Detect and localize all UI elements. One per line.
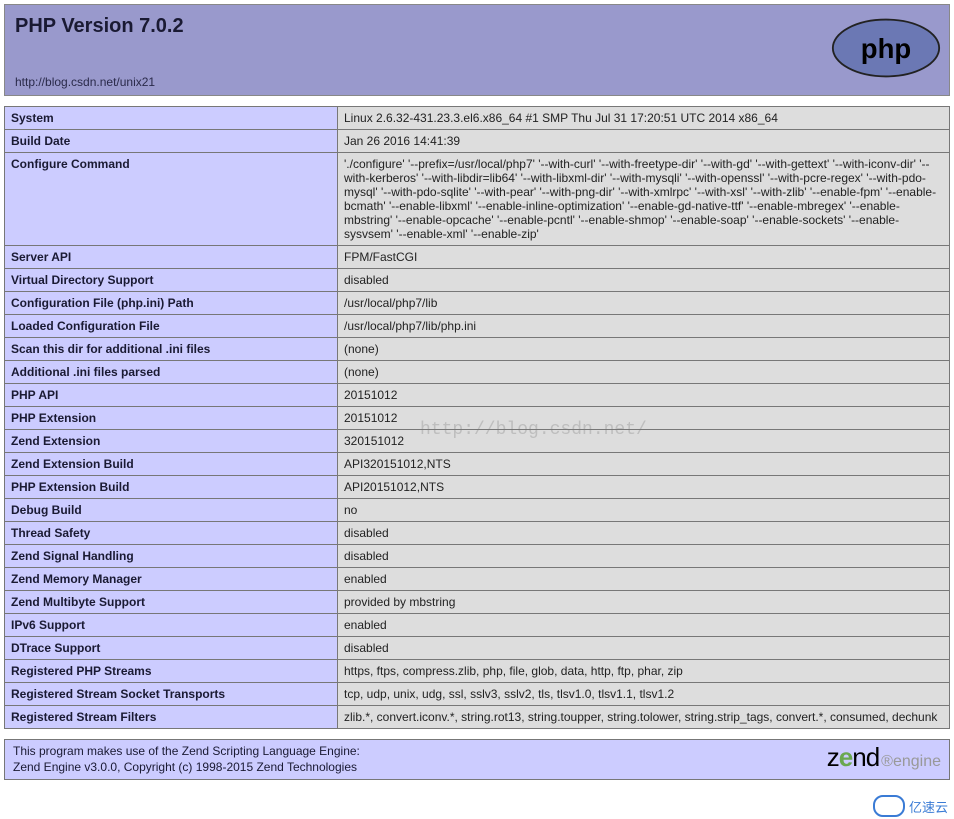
row-value: provided by mbstring	[338, 591, 950, 614]
row-value: disabled	[338, 522, 950, 545]
row-key: Thread Safety	[5, 522, 338, 545]
row-key: PHP Extension	[5, 407, 338, 430]
row-key: Registered Stream Filters	[5, 706, 338, 729]
row-value: 20151012	[338, 407, 950, 430]
row-key: Configuration File (php.ini) Path	[5, 292, 338, 315]
page-title: PHP Version 7.0.2	[15, 13, 939, 38]
row-value: no	[338, 499, 950, 522]
table-row: Registered Stream Filterszlib.*, convert…	[5, 706, 950, 729]
row-key: Scan this dir for additional .ini files	[5, 338, 338, 361]
row-value: enabled	[338, 568, 950, 591]
table-row: Zend Extension320151012	[5, 430, 950, 453]
table-row: Loaded Configuration File/usr/local/php7…	[5, 315, 950, 338]
zend-logo: zend®engine	[827, 742, 941, 773]
table-row: Registered Stream Socket Transportstcp, …	[5, 683, 950, 706]
row-key: DTrace Support	[5, 637, 338, 660]
row-value: Jan 26 2016 14:41:39	[338, 130, 950, 153]
row-key: Virtual Directory Support	[5, 269, 338, 292]
row-value: zlib.*, convert.iconv.*, string.rot13, s…	[338, 706, 950, 729]
table-row: Zend Extension BuildAPI320151012,NTS	[5, 453, 950, 476]
row-key: Zend Extension Build	[5, 453, 338, 476]
table-row: Zend Memory Managerenabled	[5, 568, 950, 591]
table-row: DTrace Supportdisabled	[5, 637, 950, 660]
row-key: Configure Command	[5, 153, 338, 246]
table-row: Configuration File (php.ini) Path/usr/lo…	[5, 292, 950, 315]
row-value: './configure' '--prefix=/usr/local/php7'…	[338, 153, 950, 246]
row-value: API320151012,NTS	[338, 453, 950, 476]
row-value: disabled	[338, 269, 950, 292]
row-key: Build Date	[5, 130, 338, 153]
row-value: 320151012	[338, 430, 950, 453]
row-key: Loaded Configuration File	[5, 315, 338, 338]
table-row: Zend Multibyte Supportprovided by mbstri…	[5, 591, 950, 614]
row-value: enabled	[338, 614, 950, 637]
table-row: Zend Signal Handlingdisabled	[5, 545, 950, 568]
phpinfo-header: PHP Version 7.0.2 http://blog.csdn.net/u…	[4, 4, 950, 96]
yisu-badge: 亿速云	[873, 795, 948, 817]
table-row: Registered PHP Streamshttps, ftps, compr…	[5, 660, 950, 683]
row-key: Server API	[5, 246, 338, 269]
cloud-icon	[873, 795, 905, 817]
table-row: Configure Command'./configure' '--prefix…	[5, 153, 950, 246]
row-value: tcp, udp, unix, udg, ssl, sslv3, sslv2, …	[338, 683, 950, 706]
source-url: http://blog.csdn.net/unix21	[15, 75, 155, 89]
row-value: /usr/local/php7/lib	[338, 292, 950, 315]
zend-footer: This program makes use of the Zend Scrip…	[4, 739, 950, 780]
svg-text:php: php	[861, 33, 911, 64]
row-key: Registered Stream Socket Transports	[5, 683, 338, 706]
row-key: PHP Extension Build	[5, 476, 338, 499]
row-value: API20151012,NTS	[338, 476, 950, 499]
row-key: Zend Signal Handling	[5, 545, 338, 568]
row-key: Zend Multibyte Support	[5, 591, 338, 614]
row-value: (none)	[338, 338, 950, 361]
row-value: /usr/local/php7/lib/php.ini	[338, 315, 950, 338]
table-row: Debug Buildno	[5, 499, 950, 522]
table-row: IPv6 Supportenabled	[5, 614, 950, 637]
table-row: PHP Extension BuildAPI20151012,NTS	[5, 476, 950, 499]
table-row: PHP API20151012	[5, 384, 950, 407]
row-key: IPv6 Support	[5, 614, 338, 637]
row-value: https, ftps, compress.zlib, php, file, g…	[338, 660, 950, 683]
yisu-label: 亿速云	[909, 797, 948, 816]
row-key: Zend Extension	[5, 430, 338, 453]
footer-line-2: Zend Engine v3.0.0, Copyright (c) 1998-2…	[13, 760, 941, 776]
row-value: FPM/FastCGI	[338, 246, 950, 269]
row-key: System	[5, 107, 338, 130]
row-value: 20151012	[338, 384, 950, 407]
row-key: Zend Memory Manager	[5, 568, 338, 591]
row-value: (none)	[338, 361, 950, 384]
php-logo: php	[831, 17, 941, 79]
table-row: Virtual Directory Supportdisabled	[5, 269, 950, 292]
table-row: Scan this dir for additional .ini files(…	[5, 338, 950, 361]
row-value: disabled	[338, 637, 950, 660]
table-row: Server APIFPM/FastCGI	[5, 246, 950, 269]
table-row: Thread Safetydisabled	[5, 522, 950, 545]
table-row: PHP Extension20151012	[5, 407, 950, 430]
row-value: Linux 2.6.32-431.23.3.el6.x86_64 #1 SMP …	[338, 107, 950, 130]
row-key: Additional .ini files parsed	[5, 361, 338, 384]
table-row: Build DateJan 26 2016 14:41:39	[5, 130, 950, 153]
table-row: SystemLinux 2.6.32-431.23.3.el6.x86_64 #…	[5, 107, 950, 130]
phpinfo-table: SystemLinux 2.6.32-431.23.3.el6.x86_64 #…	[4, 106, 950, 729]
table-row: Additional .ini files parsed(none)	[5, 361, 950, 384]
row-key: Debug Build	[5, 499, 338, 522]
row-key: PHP API	[5, 384, 338, 407]
row-key: Registered PHP Streams	[5, 660, 338, 683]
footer-line-1: This program makes use of the Zend Scrip…	[13, 744, 941, 760]
row-value: disabled	[338, 545, 950, 568]
